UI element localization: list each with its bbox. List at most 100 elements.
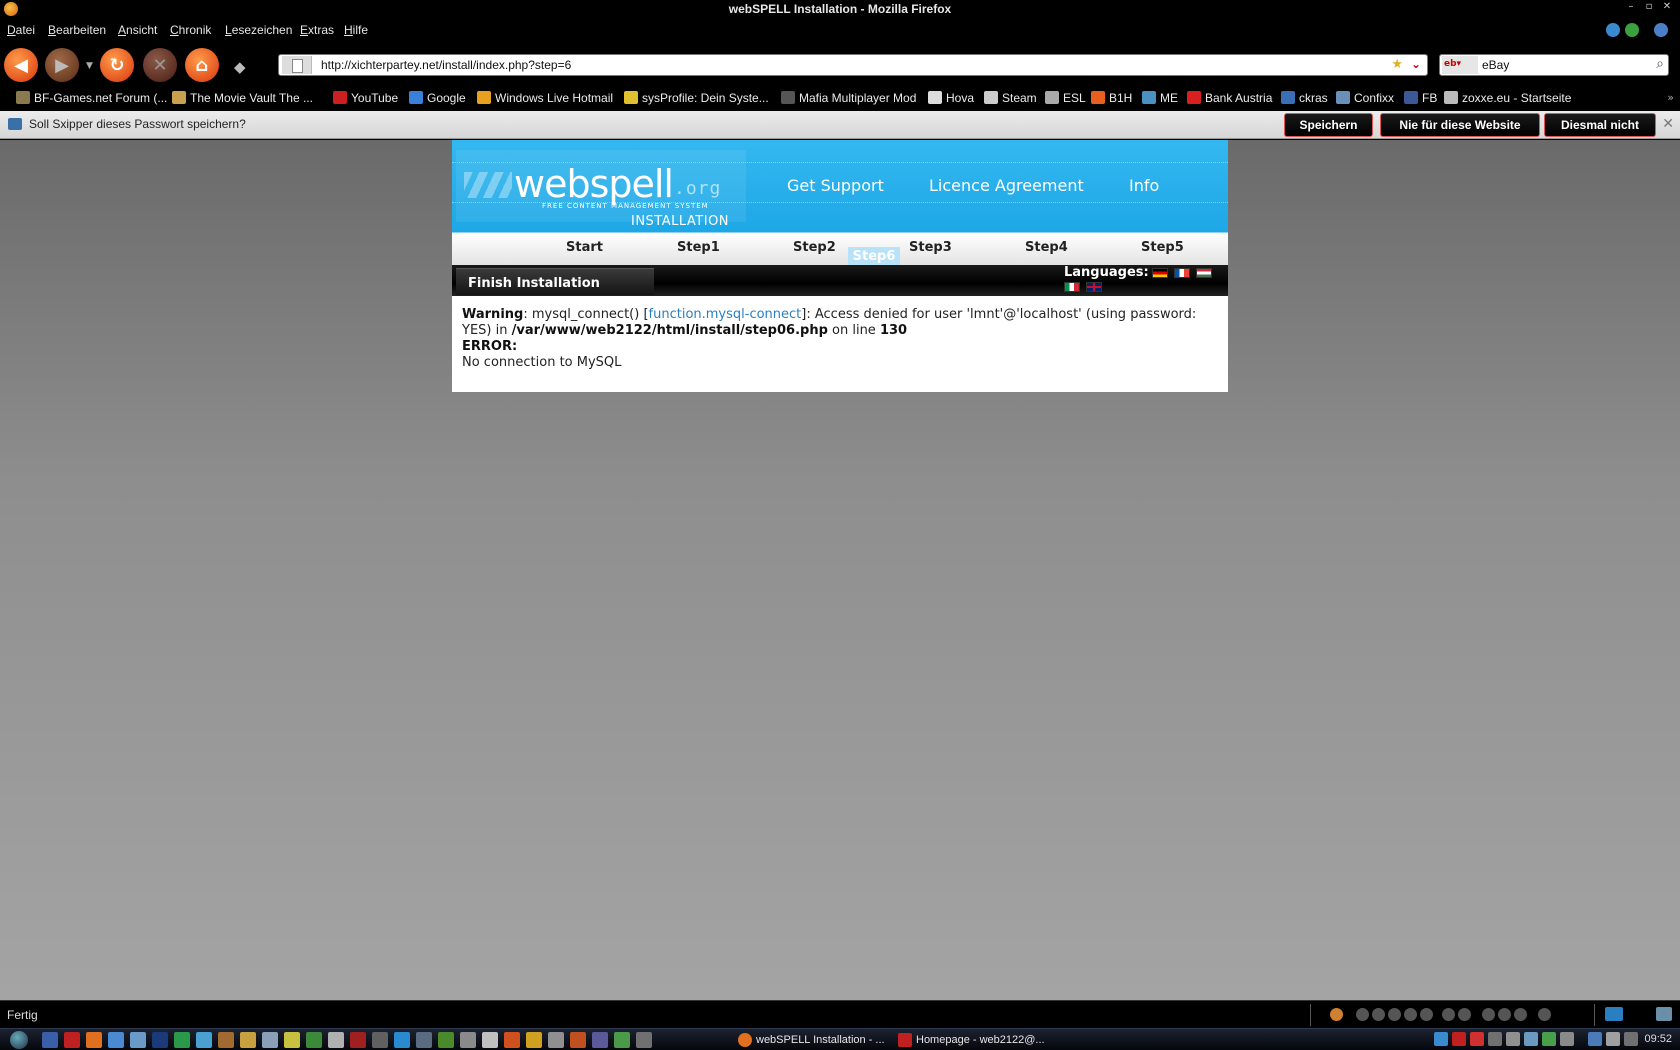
task-firefox[interactable]: webSPELL Installation - ... bbox=[736, 1031, 886, 1050]
bookmark-hova[interactable]: Hova bbox=[928, 91, 974, 105]
play-icon[interactable] bbox=[1372, 1008, 1385, 1021]
app-icon[interactable] bbox=[174, 1032, 190, 1048]
bookmark-fb[interactable]: FB bbox=[1404, 91, 1437, 105]
bookmark-star-icon[interactable]: ★ bbox=[1391, 57, 1403, 72]
bookmark-esl[interactable]: ESL bbox=[1045, 91, 1086, 105]
step-2[interactable]: Step2 bbox=[793, 240, 836, 255]
licence-agreement-link[interactable]: Licence Agreement bbox=[929, 176, 1084, 195]
forward-button[interactable]: ▶ bbox=[45, 48, 79, 82]
update-icon[interactable] bbox=[1606, 23, 1620, 37]
repeat-icon[interactable] bbox=[1442, 1008, 1455, 1021]
addon-bar-icon[interactable] bbox=[1656, 1007, 1672, 1021]
app-icon[interactable] bbox=[614, 1032, 630, 1048]
flag-it-icon[interactable] bbox=[1064, 282, 1080, 292]
maximize-button[interactable]: ▫ bbox=[1640, 1, 1658, 17]
network-icon[interactable] bbox=[1588, 1032, 1602, 1046]
site-logo[interactable]: webspell .org FREE CONTENT MANAGEMENT SY… bbox=[456, 150, 746, 229]
url-text[interactable]: http://xichterpartey.net/install/index.p… bbox=[321, 58, 571, 72]
function-doc-link[interactable]: function.mysql-connect bbox=[649, 307, 802, 322]
recycle-icon[interactable] bbox=[130, 1032, 146, 1048]
close-window-button[interactable]: ✕ bbox=[1658, 1, 1676, 17]
flag-hu-icon[interactable] bbox=[1196, 268, 1212, 278]
tray-icon[interactable] bbox=[1624, 1032, 1638, 1046]
not-now-button[interactable]: Diesmal nicht bbox=[1544, 113, 1656, 137]
bookmark-hotmail[interactable]: Windows Live Hotmail bbox=[477, 91, 613, 105]
photoshop-icon[interactable] bbox=[152, 1032, 168, 1048]
next-icon[interactable] bbox=[1420, 1008, 1433, 1021]
shuffle-icon[interactable] bbox=[1458, 1008, 1471, 1021]
reload-button[interactable]: ↻ bbox=[100, 48, 134, 82]
mute-icon[interactable] bbox=[1538, 1008, 1551, 1021]
home-button[interactable]: ⌂ bbox=[185, 48, 219, 82]
app-icon[interactable] bbox=[636, 1032, 652, 1048]
search-engine-selector[interactable]: eb▾ bbox=[1442, 56, 1478, 74]
tray-icon[interactable] bbox=[1488, 1032, 1502, 1046]
url-dropdown-icon[interactable]: ⌄ bbox=[1411, 57, 1421, 71]
app-icon[interactable] bbox=[262, 1032, 278, 1048]
step-4[interactable]: Step4 bbox=[1025, 240, 1068, 255]
tray-icon[interactable] bbox=[1542, 1032, 1556, 1046]
save-password-button[interactable]: Speichern bbox=[1284, 113, 1373, 137]
url-bar[interactable]: http://xichterpartey.net/install/index.p… bbox=[278, 54, 1428, 76]
gem-icon[interactable]: ◆ bbox=[234, 58, 246, 76]
flag-de-icon[interactable] bbox=[1152, 268, 1168, 278]
bookmark-ckras[interactable]: ckras bbox=[1281, 91, 1328, 105]
app-icon[interactable] bbox=[284, 1032, 300, 1048]
pause-icon[interactable] bbox=[1388, 1008, 1401, 1021]
bookmark-zoxxe[interactable]: zoxxe.eu - Startseite bbox=[1444, 91, 1571, 105]
tray-icon[interactable] bbox=[1524, 1032, 1538, 1046]
task-filezilla[interactable]: Homepage - web2122@... bbox=[896, 1031, 1046, 1050]
close-icon[interactable]: ✕ bbox=[1662, 116, 1674, 132]
tray-icon[interactable] bbox=[1452, 1032, 1466, 1046]
stop-button[interactable]: ✕ bbox=[143, 48, 177, 82]
bookmark-movie-vault[interactable]: The Movie Vault The ... bbox=[172, 91, 313, 105]
flag-fr-icon[interactable] bbox=[1174, 268, 1190, 278]
menu-datei[interactable]: Datei bbox=[7, 23, 35, 37]
step-1[interactable]: Step1 bbox=[677, 240, 720, 255]
volume-up-icon[interactable] bbox=[1498, 1008, 1511, 1021]
app-icon[interactable] bbox=[526, 1032, 542, 1048]
app-icon[interactable] bbox=[306, 1032, 322, 1048]
music-icon[interactable] bbox=[1330, 1008, 1343, 1021]
step-6-active[interactable]: Step6 bbox=[848, 247, 900, 266]
app-icon[interactable] bbox=[328, 1032, 344, 1048]
tray-icon[interactable] bbox=[1434, 1032, 1448, 1046]
menu-bearbeiten[interactable]: Bearbeiten bbox=[48, 23, 106, 37]
globe-icon[interactable] bbox=[1654, 23, 1668, 37]
never-for-site-button[interactable]: Nie für diese Website bbox=[1380, 113, 1540, 137]
app-icon[interactable] bbox=[394, 1032, 410, 1048]
info-link[interactable]: Info bbox=[1129, 176, 1159, 195]
tray-icon[interactable] bbox=[1560, 1032, 1574, 1046]
menu-hilfe[interactable]: Hilfe bbox=[344, 23, 368, 37]
app-icon[interactable] bbox=[416, 1032, 432, 1048]
menu-extras[interactable]: Extras bbox=[300, 23, 334, 37]
sync-icon[interactable] bbox=[1605, 1007, 1623, 1021]
flag-uk-icon[interactable] bbox=[1086, 282, 1102, 292]
step-3[interactable]: Step3 bbox=[909, 240, 952, 255]
menu-lesezeichen[interactable]: Lesezeichen bbox=[225, 23, 292, 37]
search-icon[interactable]: ⌕ bbox=[1656, 56, 1664, 72]
step-start[interactable]: Start bbox=[566, 240, 603, 255]
addon-status-icon[interactable] bbox=[1625, 23, 1639, 37]
app-icon[interactable] bbox=[504, 1032, 520, 1048]
app-icon[interactable] bbox=[108, 1032, 124, 1048]
app-icon[interactable] bbox=[372, 1032, 388, 1048]
app-icon[interactable] bbox=[218, 1032, 234, 1048]
bookmark-sysprofile[interactable]: sysProfile: Dein Syste... bbox=[624, 91, 769, 105]
get-support-link[interactable]: Get Support bbox=[787, 176, 884, 195]
volume-down-icon[interactable] bbox=[1482, 1008, 1495, 1021]
app-icon[interactable] bbox=[350, 1032, 366, 1048]
tray-icon[interactable] bbox=[1470, 1032, 1484, 1046]
tray-icon[interactable] bbox=[1506, 1032, 1520, 1046]
app-icon[interactable] bbox=[438, 1032, 454, 1048]
menu-ansicht[interactable]: Ansicht bbox=[118, 23, 157, 37]
steam-icon[interactable] bbox=[548, 1032, 564, 1048]
minimize-button[interactable]: – bbox=[1622, 1, 1640, 17]
app-icon[interactable] bbox=[592, 1032, 608, 1048]
stop-icon[interactable] bbox=[1404, 1008, 1417, 1021]
firefox-icon[interactable] bbox=[86, 1032, 102, 1048]
bookmarks-overflow-icon[interactable]: » bbox=[1667, 91, 1674, 104]
search-input[interactable]: eBay bbox=[1482, 58, 1509, 72]
app-icon[interactable] bbox=[482, 1032, 498, 1048]
bookmark-youtube[interactable]: YouTube bbox=[333, 91, 398, 105]
